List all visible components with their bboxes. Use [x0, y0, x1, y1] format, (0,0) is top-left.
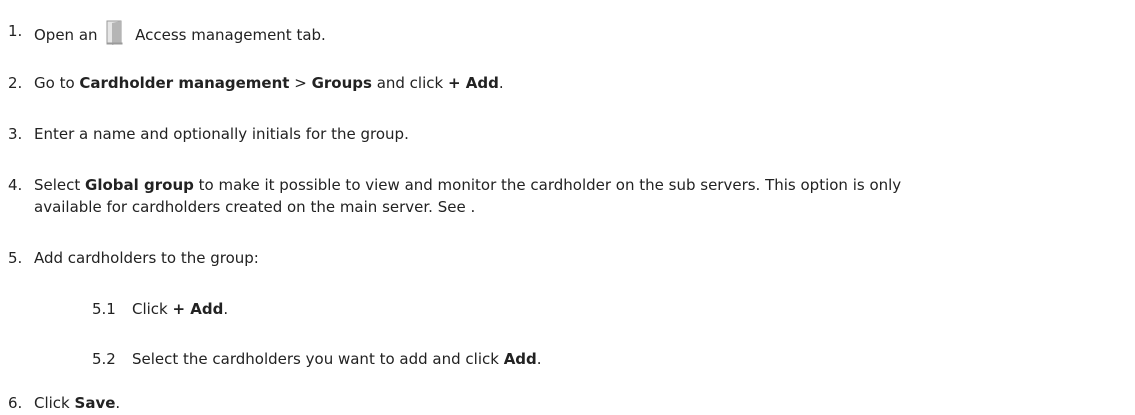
- step-text-part: Click: [34, 394, 75, 412]
- ui-term-global-group: Global group: [85, 176, 194, 194]
- ui-term-groups: Groups: [311, 74, 372, 92]
- step-text-part: available for cardholders created on the…: [34, 198, 476, 216]
- step-1: 1. Open an Access management tab.: [8, 20, 1128, 46]
- step-2: 2. Go to Cardholder management > Groups …: [8, 72, 1128, 94]
- substep-text: Select the cardholders you want to add a…: [132, 348, 1092, 370]
- step-text-part: Click: [132, 300, 173, 318]
- ui-term-save: Save: [74, 394, 116, 412]
- step-text-part: .: [115, 394, 121, 412]
- ui-term-cardholder-management: Cardholder management: [79, 74, 290, 92]
- step-number: 1.: [8, 22, 23, 40]
- step-number: 3.: [8, 125, 23, 143]
- substep-5-2: 5.2 Select the cardholders you want to a…: [92, 348, 1092, 370]
- step-text-part: .: [498, 74, 504, 92]
- step-text-part: Open an: [34, 26, 98, 44]
- step-text-part: and click: [371, 74, 448, 92]
- step-text-part: .: [223, 300, 229, 318]
- step-text-part: >: [289, 74, 312, 92]
- step-number: 5.: [8, 249, 23, 267]
- step-6: 6. Click Save.: [8, 392, 1128, 414]
- substep-number: 5.2: [92, 350, 116, 368]
- ui-term-add: + Add: [172, 300, 224, 318]
- step-text: Add cardholders to the group:: [34, 249, 259, 267]
- step-text-part: Select: [34, 176, 86, 194]
- step-number: 6.: [8, 394, 23, 412]
- step-number: 2.: [8, 74, 23, 92]
- step-3: 3. Enter a name and optionally initials …: [8, 123, 1128, 145]
- substep-text: Click + Add.: [132, 298, 1092, 320]
- step-text-part: Access management tab.: [135, 26, 326, 44]
- step-text: Go to Cardholder management > Groups and…: [34, 72, 1128, 94]
- step-text: Enter a name and optionally initials for…: [34, 125, 409, 143]
- step-text: Open an Access management tab.: [34, 20, 1128, 46]
- step-text-part: Go to: [34, 74, 80, 92]
- step-text-part: to make it possible to view and monitor …: [193, 176, 902, 194]
- ui-term-add: Add: [503, 350, 537, 368]
- step-text-part: Select the cardholders you want to add a…: [132, 350, 504, 368]
- step-text: Click Save.: [34, 392, 1128, 414]
- step-5: 5. Add cardholders to the group:: [8, 247, 1128, 269]
- substep-5-1: 5.1 Click + Add.: [92, 298, 1092, 320]
- step-4: 4. Select Global group to make it possib…: [8, 174, 1128, 218]
- door-icon: [106, 20, 123, 45]
- step-text: Select Global group to make it possible …: [34, 174, 1128, 218]
- step-number: 4.: [8, 176, 23, 194]
- step-text-part: .: [536, 350, 542, 368]
- substep-number: 5.1: [92, 300, 116, 318]
- ui-term-add: + Add: [447, 74, 499, 92]
